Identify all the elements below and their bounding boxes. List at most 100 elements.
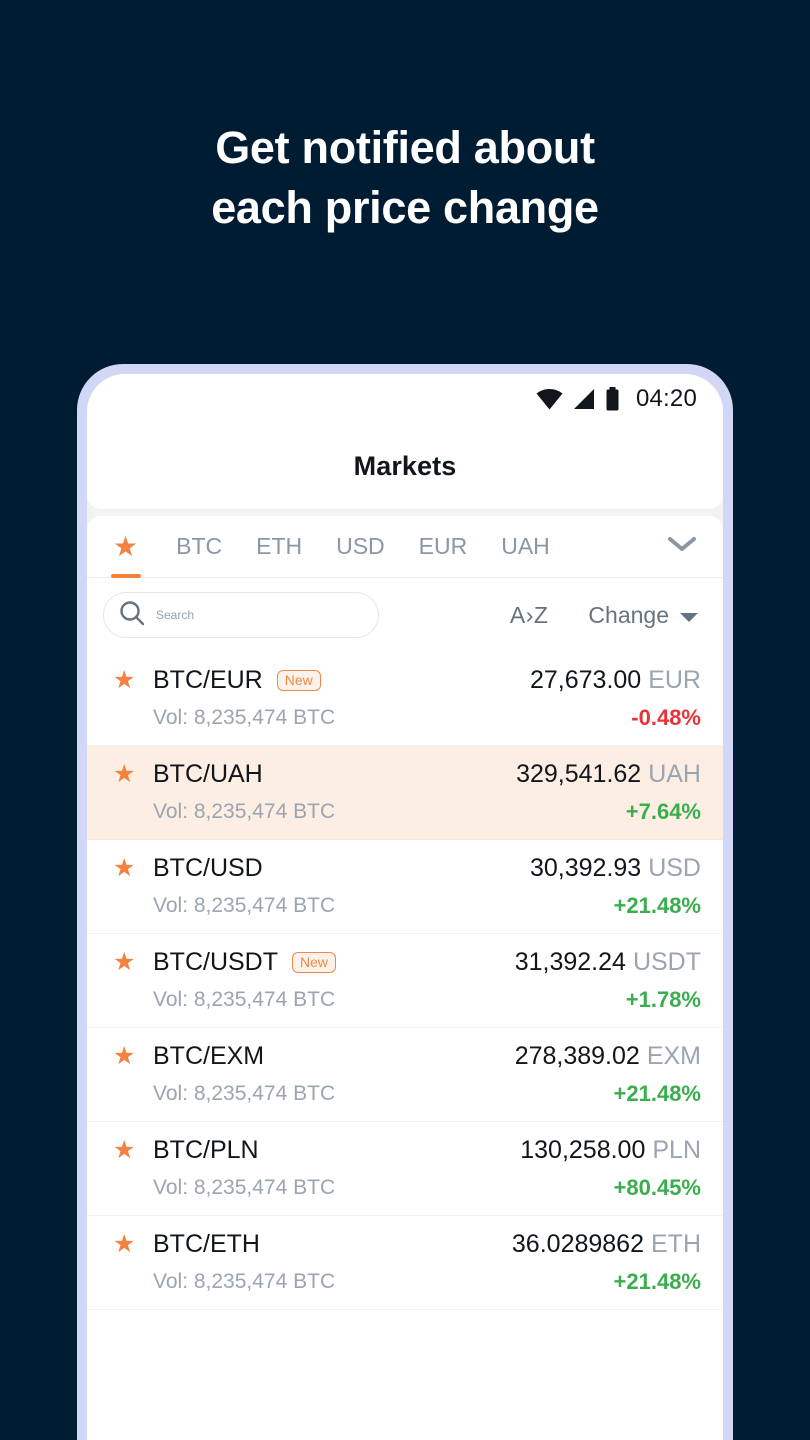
battery-icon	[605, 387, 620, 411]
market-volume: Vol: 8,235,474 BTC	[153, 800, 336, 823]
signal-icon	[572, 388, 596, 410]
status-time: 04:20	[635, 385, 697, 412]
wifi-icon	[536, 388, 563, 410]
market-price: 329,541.62 UAH	[516, 760, 701, 789]
star-icon[interactable]: ★	[113, 856, 139, 881]
market-price-value: 27,673.00	[529, 666, 642, 694]
market-change: +1.78%	[625, 987, 701, 1012]
table-row[interactable]: ★ BTC/UAH 329,541.62 UAH Vol: 8,235,474 BTC +…	[87, 746, 723, 840]
search-input[interactable]: Search	[103, 592, 379, 638]
market-change: -0.48%	[631, 705, 701, 730]
market-volume: Vol: 8,235,474 BTC	[153, 706, 336, 729]
market-row-primary: ★ BTC/USD 30,392.93 USD	[113, 854, 701, 883]
status-badge: New	[276, 670, 321, 691]
caret-down-icon	[679, 602, 699, 629]
market-price-currency: USDT	[632, 948, 701, 976]
market-volume: Vol: 8,235,474 BTC	[153, 1270, 336, 1293]
market-price: 31,392.24 USDT	[515, 948, 701, 977]
market-price-value: 30,392.93	[529, 854, 642, 882]
market-row-secondary: Vol: 8,235,474 BTC +21.48%	[113, 893, 701, 919]
tab-favorites[interactable]: ★	[113, 516, 138, 578]
market-row-primary: ★ BTC/USDT New 31,392.24 USDT	[113, 948, 701, 977]
headline-line-1: Get notified about	[215, 122, 595, 173]
market-pair-label: BTC/PLN	[153, 1136, 259, 1164]
market-volume: Vol: 8,235,474 BTC	[153, 988, 336, 1011]
app-header: Markets	[87, 424, 723, 509]
market-change: +21.48%	[613, 1269, 701, 1294]
tab-usd[interactable]: USD	[336, 516, 385, 578]
headline-line-2: each price change	[211, 181, 599, 233]
market-price-value: 278,389.02	[514, 1042, 640, 1070]
market-row-secondary: Vol: 8,235,474 BTC +1.78%	[113, 987, 701, 1013]
star-icon[interactable]: ★	[113, 762, 139, 787]
market-price-value: 329,541.62	[516, 760, 642, 788]
star-icon[interactable]: ★	[113, 1232, 139, 1257]
market-price: 30,392.93 USD	[530, 854, 701, 883]
market-volume: Vol: 8,235,474 BTC	[153, 1176, 336, 1199]
status-bar: 04:20	[87, 374, 723, 424]
market-pair-label: BTC/UAH	[153, 760, 263, 788]
market-volume: Vol: 8,235,474 BTC	[153, 1082, 336, 1105]
market-pair-label: BTC/USDT	[153, 948, 278, 976]
market-price: 27,673.00 EUR	[530, 666, 701, 695]
screen-title: Markets	[353, 451, 457, 481]
market-price-currency: USD	[648, 854, 701, 882]
market-list: ★ BTC/EUR New 27,673.00 EUR Vol: 8,235,474 BT…	[87, 652, 723, 1440]
tab-btc[interactable]: BTC	[176, 516, 222, 578]
market-change: +80.45%	[613, 1175, 701, 1200]
phone-mockup-frame: 04:20 Markets ★ BTC ETH USD EUR UAH Sear…	[77, 364, 733, 1440]
chevron-down-icon	[667, 535, 697, 558]
market-row-primary: ★ BTC/PLN 130,258.00 PLN	[113, 1136, 701, 1165]
market-row-secondary: Vol: 8,235,474 BTC -0.48%	[113, 705, 701, 731]
market-change: +7.64%	[625, 799, 701, 824]
market-pair-label: BTC/ETH	[153, 1230, 260, 1258]
market-price-value: 31,392.24	[514, 948, 626, 976]
table-row[interactable]: ★ BTC/ETH 36.0289862 ETH Vol: 8,235,474 BTC +…	[87, 1216, 723, 1310]
market-change: +21.48%	[613, 893, 701, 918]
market-volume: Vol: 8,235,474 BTC	[153, 894, 336, 917]
expand-tabs-button[interactable]	[667, 535, 701, 558]
star-icon[interactable]: ★	[113, 950, 139, 975]
market-pair-label: BTC/EUR	[153, 666, 263, 694]
phone-screen: 04:20 Markets ★ BTC ETH USD EUR UAH Sear…	[87, 374, 723, 1440]
market-row-primary: ★ BTC/EXM 278,389.02 EXM	[113, 1042, 701, 1071]
sort-alphabetical-button[interactable]: A›Z	[510, 602, 549, 629]
market-price-value: 36.0289862	[511, 1230, 644, 1258]
star-icon[interactable]: ★	[113, 1138, 139, 1163]
table-row[interactable]: ★ BTC/USD 30,392.93 USD Vol: 8,235,474 BTC +2…	[87, 840, 723, 934]
search-icon	[118, 599, 146, 632]
tab-eth[interactable]: ETH	[256, 516, 302, 578]
market-price-currency: EUR	[648, 666, 701, 694]
table-row[interactable]: ★ BTC/EXM 278,389.02 EXM Vol: 8,235,474 BTC +…	[87, 1028, 723, 1122]
market-row-secondary: Vol: 8,235,474 BTC +21.48%	[113, 1081, 701, 1107]
market-row-primary: ★ BTC/EUR New 27,673.00 EUR	[113, 666, 701, 695]
table-row[interactable]: ★ BTC/EUR New 27,673.00 EUR Vol: 8,235,474 BT…	[87, 652, 723, 746]
status-badge: New	[292, 952, 337, 973]
search-placeholder: Search	[156, 608, 195, 622]
page-title: Get notified about each price change	[0, 118, 810, 238]
table-row[interactable]: ★ BTC/PLN 130,258.00 PLN Vol: 8,235,474 BTC +…	[87, 1122, 723, 1216]
filter-row: Search A›Z Change	[87, 578, 723, 652]
star-icon[interactable]: ★	[113, 668, 139, 693]
tab-eur[interactable]: EUR	[419, 516, 468, 578]
star-icon: ★	[113, 530, 139, 562]
market-change: +21.48%	[613, 1081, 701, 1106]
market-row-secondary: Vol: 8,235,474 BTC +80.45%	[113, 1175, 701, 1201]
market-row-secondary: Vol: 8,235,474 BTC +7.64%	[113, 799, 701, 825]
tabs-card: ★ BTC ETH USD EUR UAH Search A›Z Change …	[87, 516, 723, 1440]
currency-tabs: ★ BTC ETH USD EUR UAH	[87, 516, 723, 578]
sort-change-button[interactable]: Change	[588, 602, 699, 629]
market-price-currency: UAH	[648, 760, 701, 788]
market-row-primary: ★ BTC/UAH 329,541.62 UAH	[113, 760, 701, 789]
market-price-value: 130,258.00	[520, 1136, 646, 1164]
market-row-primary: ★ BTC/ETH 36.0289862 ETH	[113, 1230, 701, 1259]
star-icon[interactable]: ★	[113, 1044, 139, 1069]
tab-uah[interactable]: UAH	[501, 516, 550, 578]
market-price-currency: PLN	[652, 1136, 701, 1164]
market-pair-label: BTC/USD	[153, 854, 263, 882]
market-pair-label: BTC/EXM	[153, 1042, 265, 1070]
status-bar-icons	[536, 387, 620, 411]
market-price: 278,389.02 EXM	[515, 1042, 701, 1071]
table-row[interactable]: ★ BTC/USDT New 31,392.24 USDT Vol: 8,235,474 …	[87, 934, 723, 1028]
market-price: 36.0289862 ETH	[512, 1230, 701, 1259]
